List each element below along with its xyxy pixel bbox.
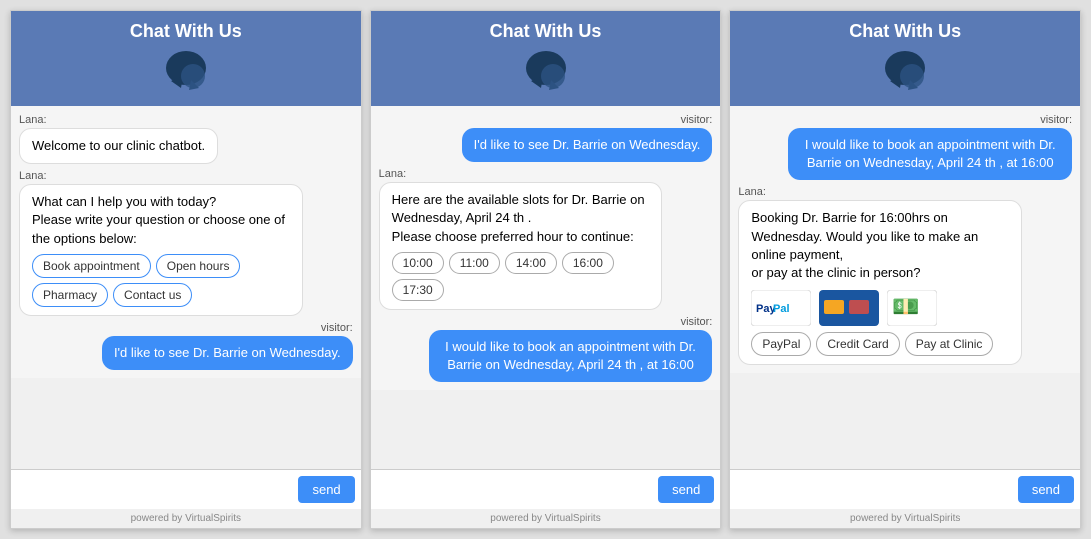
time-11[interactable]: 11:00 <box>449 252 500 274</box>
sender-label-v3: visitor: <box>681 316 713 328</box>
chat-title-3: Chat With Us <box>849 21 961 42</box>
chat-footer-3: powered by VirtualSpirits <box>730 509 1080 528</box>
chat-widget-1: Chat With Us Lana: Welcome to our clinic… <box>10 10 362 529</box>
chat-footer-1: powered by VirtualSpirits <box>11 509 361 528</box>
svg-text:💵: 💵 <box>892 294 919 319</box>
chat-header-1: Chat With Us <box>11 11 361 106</box>
msg-bubble-visitor-2: I'd like to see Dr. Barrie on Wednesday. <box>462 128 713 162</box>
messages-list-1: Lana: Welcome to our clinic chatbot. Lan… <box>11 106 361 378</box>
chat-icon-1 <box>161 46 211 96</box>
messages-list-3: visitor: I would like to book an appoint… <box>730 106 1080 373</box>
options-row: Book appointment Open hours Pharmacy Con… <box>32 254 290 307</box>
msg-block-visitor: visitor: I'd like to see Dr. Barrie on W… <box>19 322 353 370</box>
chat-footer-2: powered by VirtualSpirits <box>371 509 721 528</box>
option-open-hours[interactable]: Open hours <box>156 254 241 278</box>
msg-block-visitor-3: visitor: I would like to book an appoint… <box>379 316 713 382</box>
option-book-appointment[interactable]: Book appointment <box>32 254 151 278</box>
messages-area-2: visitor: I'd like to see Dr. Barrie on W… <box>371 106 721 469</box>
pay-at-clinic-button[interactable]: Pay at Clinic <box>905 332 994 356</box>
sender-label-v4: visitor: <box>1040 114 1072 126</box>
paypal-button[interactable]: PayPal <box>751 332 811 356</box>
msg-bubble-visitor-3: I would like to book an appointment with… <box>429 330 713 382</box>
paypal-icon: Pay Pal <box>751 290 811 326</box>
chat-title-2: Chat With Us <box>490 21 602 42</box>
msg-bubble-visitor: I'd like to see Dr. Barrie on Wednesday. <box>102 336 353 370</box>
time-16[interactable]: 16:00 <box>562 252 614 274</box>
chat-icon-3 <box>880 46 930 96</box>
time-options-row: 10:00 11:00 14:00 16:00 17:30 <box>392 252 650 301</box>
msg-bubble-lana: Welcome to our clinic chatbot. <box>19 128 218 164</box>
msg-bubble-visitor-4: I would like to book an appointment with… <box>788 128 1072 180</box>
send-button-1[interactable]: send <box>298 476 354 503</box>
cash-icon: 💵 <box>887 290 937 326</box>
chat-icon-2 <box>521 46 571 96</box>
msg-block-payment: Lana: Booking Dr. Barrie for 16:00hrs on… <box>738 186 1072 365</box>
sender-label-visitor: visitor: <box>321 322 353 334</box>
time-1730[interactable]: 17:30 <box>392 279 444 301</box>
msg-block-options: Lana: What can I help you with today? Pl… <box>19 170 353 316</box>
chat-input-area-2: send <box>371 469 721 509</box>
sender-label-l2: Lana: <box>379 168 407 180</box>
payment-options-row: PayPal Credit Card Pay at Clinic <box>751 332 1009 356</box>
chat-title-1: Chat With Us <box>130 21 242 42</box>
chat-input-3[interactable] <box>736 476 1011 503</box>
chat-header-3: Chat With Us <box>730 11 1080 106</box>
credit-card-icon <box>819 290 879 326</box>
sender-label: Lana: <box>19 114 47 126</box>
messages-area-3: visitor: I would like to book an appoint… <box>730 106 1080 469</box>
chat-header-2: Chat With Us <box>371 11 721 106</box>
msg-block-visitor-4: visitor: I would like to book an appoint… <box>738 114 1072 180</box>
send-button-3[interactable]: send <box>1018 476 1074 503</box>
messages-area-1: Lana: Welcome to our clinic chatbot. Lan… <box>11 106 361 469</box>
chat-input-area-3: send <box>730 469 1080 509</box>
payment-icons: Pay Pal 💵 <box>751 290 1009 326</box>
msg-bubble-payment: Booking Dr. Barrie for 16:00hrs on Wedne… <box>738 200 1022 365</box>
msg-block: Lana: Welcome to our clinic chatbot. <box>19 114 353 164</box>
sender-label: Lana: <box>19 170 47 182</box>
sender-label-v2: visitor: <box>681 114 713 126</box>
sender-label-l3: Lana: <box>738 186 766 198</box>
messages-list-2: visitor: I'd like to see Dr. Barrie on W… <box>371 106 721 390</box>
chat-widget-2: Chat With Us visitor: I'd like to see Dr… <box>370 10 722 529</box>
time-14[interactable]: 14:00 <box>505 252 557 274</box>
msg-bubble-lana-2: What can I help you with today? Please w… <box>19 184 303 316</box>
option-pharmacy[interactable]: Pharmacy <box>32 283 108 307</box>
chat-input-1[interactable] <box>17 476 292 503</box>
msg-block-slots: Lana: Here are the available slots for D… <box>379 168 713 310</box>
chat-container: Chat With Us Lana: Welcome to our clinic… <box>0 0 1091 539</box>
svg-text:Pal: Pal <box>773 303 790 315</box>
msg-bubble-slots: Here are the available slots for Dr. Bar… <box>379 182 663 310</box>
chat-input-area-1: send <box>11 469 361 509</box>
time-10[interactable]: 10:00 <box>392 252 444 274</box>
chat-widget-3: Chat With Us visitor: I would like to bo… <box>729 10 1081 529</box>
send-button-2[interactable]: send <box>658 476 714 503</box>
chat-input-2[interactable] <box>377 476 652 503</box>
option-contact-us[interactable]: Contact us <box>113 283 192 307</box>
credit-card-button[interactable]: Credit Card <box>816 332 899 356</box>
msg-block-visitor-2: visitor: I'd like to see Dr. Barrie on W… <box>379 114 713 162</box>
